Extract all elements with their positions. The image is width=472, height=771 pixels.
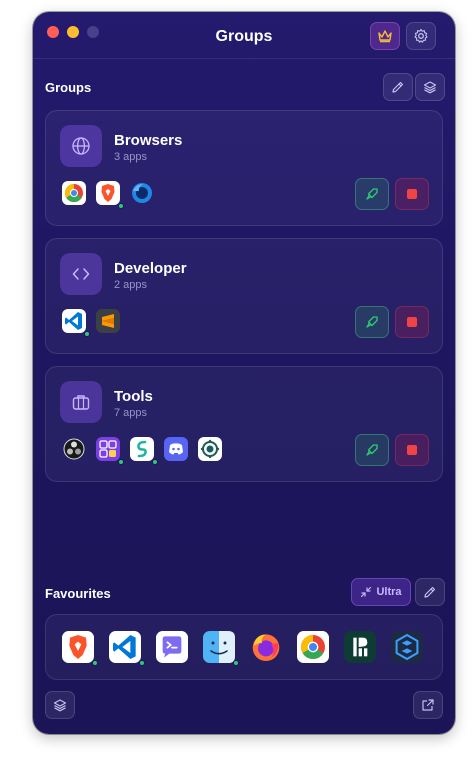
stop-icon [407, 189, 417, 199]
favourites-panel [45, 614, 443, 680]
premium-button[interactable] [370, 22, 400, 50]
title-bar: Groups [33, 12, 455, 59]
running-indicator [118, 459, 124, 465]
group-icon-tile [60, 381, 102, 423]
open-external-button[interactable] [413, 691, 443, 719]
chrome-icon[interactable] [62, 181, 86, 205]
gear-icon [414, 28, 428, 43]
briefcase-icon [72, 395, 90, 410]
running-indicator [152, 459, 158, 465]
app-window: Groups Groups Browsers 3 apps Developer … [33, 12, 455, 734]
layers-icon [423, 81, 437, 94]
grid-app-icon[interactable] [96, 437, 124, 465]
group-card-tools[interactable]: Tools 7 apps [45, 366, 443, 482]
group-card-developer[interactable]: Developer 2 apps [45, 238, 443, 354]
running-indicator [139, 660, 145, 666]
pencil-icon [392, 81, 404, 93]
firefox-icon[interactable] [130, 181, 154, 205]
vscode-icon[interactable] [109, 631, 145, 666]
globe-icon [72, 137, 90, 155]
favourites-heading: Favourites [45, 586, 111, 601]
group-icon-tile [60, 253, 102, 295]
brave-icon[interactable] [62, 631, 98, 666]
code-icon [72, 268, 90, 280]
groups-heading: Groups [45, 80, 92, 95]
stop-group-button[interactable] [395, 434, 429, 466]
group-app-list [62, 181, 154, 209]
obs-icon[interactable] [62, 437, 86, 461]
surfshark-icon[interactable] [130, 437, 158, 465]
brave-icon[interactable] [96, 181, 124, 209]
collapse-arrows-icon [361, 586, 372, 598]
group-name: Developer [114, 260, 187, 277]
terminal-chat-icon[interactable] [156, 631, 188, 663]
stop-icon [407, 445, 417, 455]
dashlane-icon[interactable] [344, 631, 376, 663]
group-name: Tools [114, 388, 153, 405]
vscode-icon[interactable] [62, 309, 90, 337]
launch-group-button[interactable] [355, 306, 389, 338]
stop-group-button[interactable] [395, 306, 429, 338]
layers-icon [53, 699, 67, 712]
layers-button[interactable] [415, 73, 445, 101]
group-app-count: 7 apps [114, 407, 148, 419]
favourites-app-list [62, 631, 423, 666]
launch-group-button[interactable] [355, 178, 389, 210]
pencil-icon [424, 586, 436, 598]
rocket-icon [366, 316, 378, 328]
launch-group-button[interactable] [355, 434, 389, 466]
group-app-count: 3 apps [114, 151, 148, 163]
rocket-icon [366, 444, 378, 456]
ultra-label: Ultra [376, 586, 402, 598]
running-indicator [84, 331, 90, 337]
edit-groups-button[interactable] [383, 73, 413, 101]
group-name: Browsers [114, 132, 183, 149]
stop-icon [407, 317, 417, 327]
group-app-count: 2 apps [114, 279, 148, 291]
edit-favourites-button[interactable] [415, 578, 445, 606]
rocket-icon [366, 188, 378, 200]
group-app-list [62, 437, 222, 465]
running-indicator [92, 660, 98, 666]
crossover-icon[interactable] [391, 631, 423, 663]
chrome-icon[interactable] [297, 631, 329, 663]
circle-app-icon[interactable] [198, 437, 222, 461]
external-link-icon [422, 699, 434, 711]
firefox-icon[interactable] [250, 631, 282, 663]
ultra-button[interactable]: Ultra [351, 578, 411, 606]
crown-icon [378, 30, 392, 43]
group-icon-tile [60, 125, 102, 167]
finder-icon[interactable] [203, 631, 239, 666]
stop-group-button[interactable] [395, 178, 429, 210]
settings-button[interactable] [406, 22, 436, 50]
group-app-list [62, 309, 120, 337]
stacks-button[interactable] [45, 691, 75, 719]
running-indicator [233, 660, 239, 666]
discord-icon[interactable] [164, 437, 188, 461]
group-card-browsers[interactable]: Browsers 3 apps [45, 110, 443, 226]
sublime-text-icon[interactable] [96, 309, 120, 333]
running-indicator [118, 203, 124, 209]
